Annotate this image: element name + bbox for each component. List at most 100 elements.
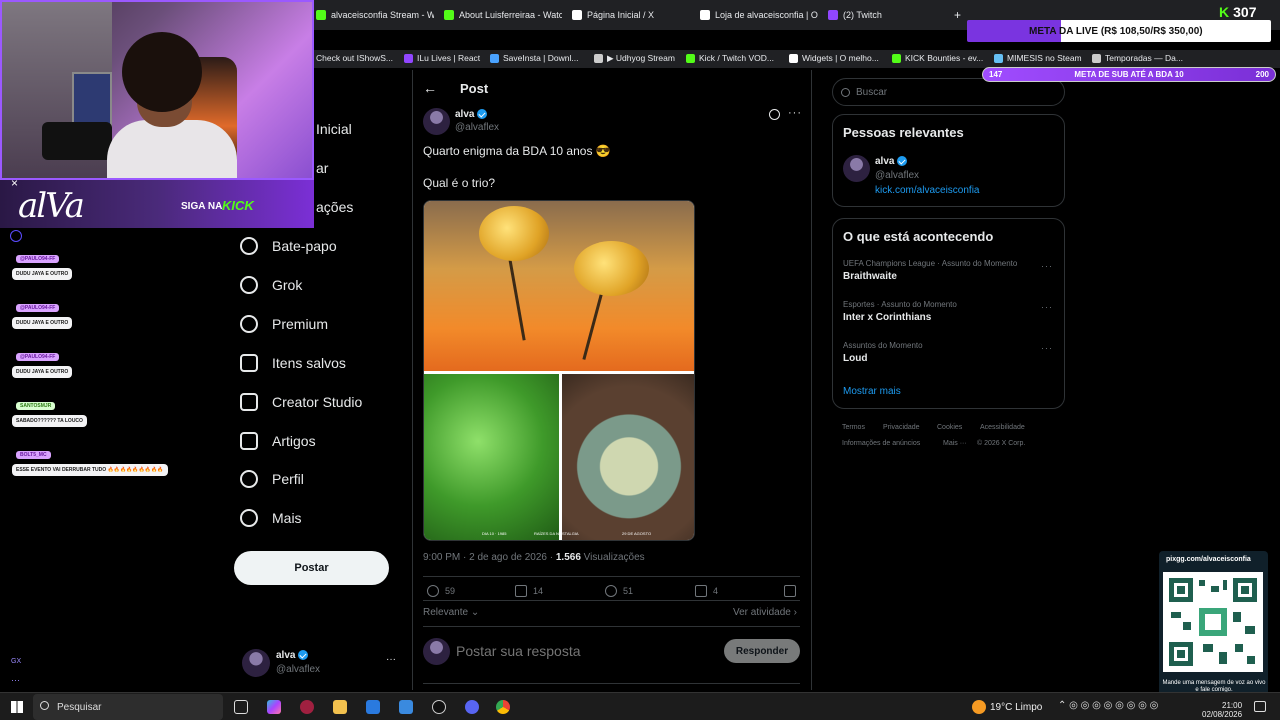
author-handle[interactable]: @alvaflex	[455, 122, 499, 133]
browser-tab[interactable]: About Luisferreiraa - Watc	[444, 5, 562, 25]
opera-gx-icon[interactable]	[300, 700, 314, 714]
discord-icon[interactable]	[465, 700, 479, 714]
store-icon[interactable]	[366, 700, 380, 714]
chevron-down-icon: ⌄	[470, 607, 480, 618]
footer-link[interactable]: Cookies	[937, 424, 962, 431]
chrome-icon[interactable]	[496, 700, 510, 714]
avatar	[242, 649, 270, 677]
bookmark-item[interactable]: ILu Lives | React	[404, 53, 480, 63]
reply-input[interactable]	[456, 643, 716, 659]
share-action[interactable]	[784, 585, 796, 597]
profile-link[interactable]: kick.com/alvaceisconfia	[875, 185, 979, 196]
close-icon[interactable]: ×	[11, 176, 18, 190]
nav-item-profile[interactable]: Perfil	[240, 466, 304, 492]
account-more-icon[interactable]: ···	[386, 654, 396, 665]
divider	[423, 600, 800, 601]
see-activity-link[interactable]: Ver atividade ›	[733, 607, 797, 618]
taskbar-search[interactable]: Pesquisar	[33, 694, 223, 720]
like-action[interactable]: 51	[605, 585, 633, 597]
bookmark-item[interactable]: MIMESIS no Steam	[994, 53, 1082, 63]
nav-item-articles[interactable]: Artigos	[240, 428, 316, 454]
chat-message: ESSE EVENTO VAI DERRUBAR TUDO 🔥🔥🔥🔥🔥🔥🔥🔥🔥	[12, 464, 168, 476]
grok-icon[interactable]	[769, 109, 780, 120]
trend-item[interactable]: Inter x Corinthians	[843, 312, 931, 323]
browser-tab[interactable]: alvaceisconfia Stream - W	[316, 5, 434, 25]
qr-code-graphic	[1169, 578, 1257, 666]
avatar[interactable]	[843, 155, 870, 182]
reply-button[interactable]: Responder	[724, 639, 800, 663]
person-handle: @alvaflex	[875, 170, 920, 181]
image-caption: RAÍZES DA NOSTALGIA	[534, 531, 579, 536]
sort-relevant-dropdown[interactable]: Relevante ⌄	[423, 607, 479, 618]
chat-icon	[240, 237, 258, 255]
person-name[interactable]: alva	[875, 156, 908, 167]
system-tray-icons[interactable]: ⌃ ◎ ◎ ◎ ◎ ◎ ◎ ◎ ◎	[1058, 700, 1158, 711]
repost-action[interactable]: 14	[515, 585, 543, 597]
more-icon	[240, 509, 258, 527]
bookmark-favicon-icon	[789, 53, 798, 63]
start-icon[interactable]	[11, 701, 23, 713]
browser-tab[interactable]: (2) Twitch	[828, 5, 946, 25]
more-icon[interactable]: ···	[1041, 302, 1053, 312]
footer-link[interactable]: Acessibilidade	[980, 424, 1025, 431]
bookmark-item[interactable]: Widgets | O melho...	[789, 53, 879, 63]
trend-item[interactable]: Braithwaite	[843, 271, 897, 282]
more-icon[interactable]: ···	[11, 675, 20, 685]
divider	[423, 576, 800, 577]
footer-link[interactable]: Termos	[842, 424, 865, 431]
bookmark-item[interactable]: ▶ Udhyog Stream	[594, 53, 675, 64]
nav-item-premium[interactable]: Premium	[240, 311, 328, 337]
bookmark-favicon-icon	[686, 53, 695, 63]
author-avatar[interactable]	[423, 108, 450, 135]
bookmark-item[interactable]: Temporadas — Da...	[1092, 53, 1183, 63]
nav-item-explore-label[interactable]: ar	[316, 160, 328, 176]
account-handle: @alvaflex	[276, 664, 321, 675]
nav-item-home-label[interactable]: Inicial	[316, 121, 352, 137]
author-name[interactable]: alva	[455, 109, 488, 120]
footer-copyright: © 2026 X Corp.	[977, 440, 1026, 447]
file-explorer-icon[interactable]	[333, 700, 347, 714]
copilot-icon[interactable]	[267, 700, 281, 714]
search-box[interactable]: Buscar	[832, 78, 1065, 106]
nav-item-creator-studio[interactable]: Creator Studio	[240, 389, 362, 415]
nav-item-notifications-label[interactable]: ações	[316, 199, 353, 215]
more-icon[interactable]: ···	[1041, 261, 1053, 271]
clock[interactable]: 21:00 02/08/2026	[1202, 701, 1242, 719]
back-arrow-icon[interactable]: ←	[423, 80, 437, 96]
new-tab-button[interactable]: +	[954, 5, 968, 25]
account-switcher[interactable]: alva @alvaflex ···	[240, 648, 400, 682]
qr-url: pixgg.com/alvaceisconfia	[1166, 556, 1251, 563]
obs-icon[interactable]	[432, 700, 446, 714]
weather-status[interactable]: 19°C Limpo	[990, 702, 1042, 713]
nav-item-bookmarks[interactable]: Itens salvos	[240, 350, 346, 376]
bookmark-action[interactable]: 4	[695, 585, 718, 597]
browser-tab[interactable]: Loja de alvaceisconfia | O	[700, 5, 818, 25]
gx-label: GX	[11, 658, 22, 665]
bookmark-item[interactable]: KICK Bounties - ev...	[892, 53, 983, 63]
card-title: Pessoas relevantes	[843, 125, 964, 140]
footer-link[interactable]: Informações de anúncios	[842, 440, 920, 447]
mail-icon[interactable]	[399, 700, 413, 714]
qr-code	[1163, 572, 1263, 672]
browser-tab[interactable]: Página Inicial / X	[572, 5, 690, 25]
nav-item-more[interactable]: Mais	[240, 505, 302, 531]
post-image-collage[interactable]: DIA 10 · 1985 RAÍZES DA NOSTALGIA 29 DE …	[423, 200, 695, 541]
taskbar: Pesquisar 19°C Limpo ⌃ ◎ ◎ ◎ ◎ ◎ ◎ ◎ ◎ 2…	[0, 692, 1280, 720]
notifications-icon[interactable]	[1254, 701, 1266, 712]
bookmark-item[interactable]: SaveInsta | Downl...	[490, 53, 578, 63]
post-button[interactable]: Postar	[234, 551, 389, 585]
bookmark-item[interactable]: Check out IShowS...	[316, 53, 393, 63]
nav-item-chat[interactable]: Bate-papo	[240, 233, 337, 259]
task-view-icon[interactable]	[234, 700, 248, 714]
rose-photo	[424, 201, 694, 371]
show-more-link[interactable]: Mostrar mais	[843, 386, 901, 397]
footer-link[interactable]: Privacidade	[883, 424, 920, 431]
verified-icon	[897, 156, 908, 167]
footer-link[interactable]: Mais ···	[943, 440, 967, 447]
trend-item[interactable]: Loud	[843, 353, 867, 364]
more-icon[interactable]: ···	[1041, 343, 1053, 353]
reply-action[interactable]: 59	[427, 585, 455, 597]
bookmark-item[interactable]: Kick / Twitch VOD...	[686, 53, 774, 63]
more-icon[interactable]: ···	[788, 107, 802, 119]
nav-item-grok[interactable]: Grok	[240, 272, 302, 298]
